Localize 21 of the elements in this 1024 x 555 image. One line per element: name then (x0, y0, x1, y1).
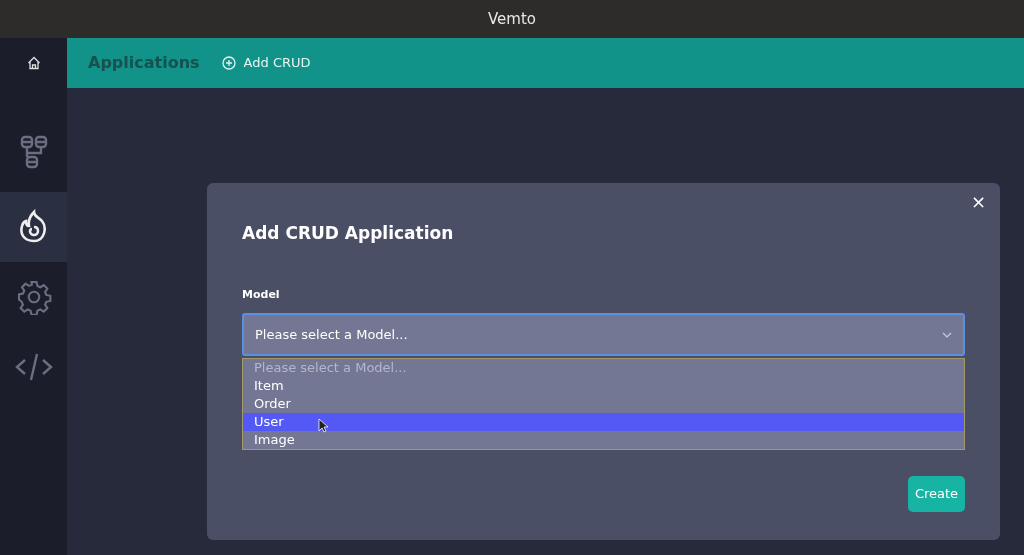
dropdown-option[interactable]: User (243, 413, 964, 431)
model-select[interactable]: Please select a Model... (242, 313, 965, 356)
plus-circle-icon (221, 56, 236, 70)
mouse-cursor-icon (318, 418, 328, 433)
page-title: Applications (88, 52, 200, 74)
dropdown-option[interactable]: Item (243, 377, 964, 395)
add-crud-link[interactable]: Add CRUD (221, 53, 311, 73)
gear-icon (15, 279, 52, 315)
create-button[interactable]: Create (908, 476, 965, 512)
home-icon (26, 56, 41, 70)
sidebar-item[interactable] (0, 192, 67, 262)
close-button[interactable]: × (970, 193, 986, 211)
chevron-down-icon (942, 331, 952, 338)
field-label: Model (242, 286, 281, 303)
dialog-title: Add CRUD Application (242, 222, 455, 245)
code-icon (13, 351, 54, 383)
dropdown-option[interactable]: Image (243, 431, 964, 449)
dropdown-option[interactable]: Order (243, 395, 964, 413)
diagram-icon (19, 135, 48, 171)
dropdown-option[interactable]: Please select a Model... (243, 359, 964, 377)
window-title: Vemto (488, 8, 536, 30)
